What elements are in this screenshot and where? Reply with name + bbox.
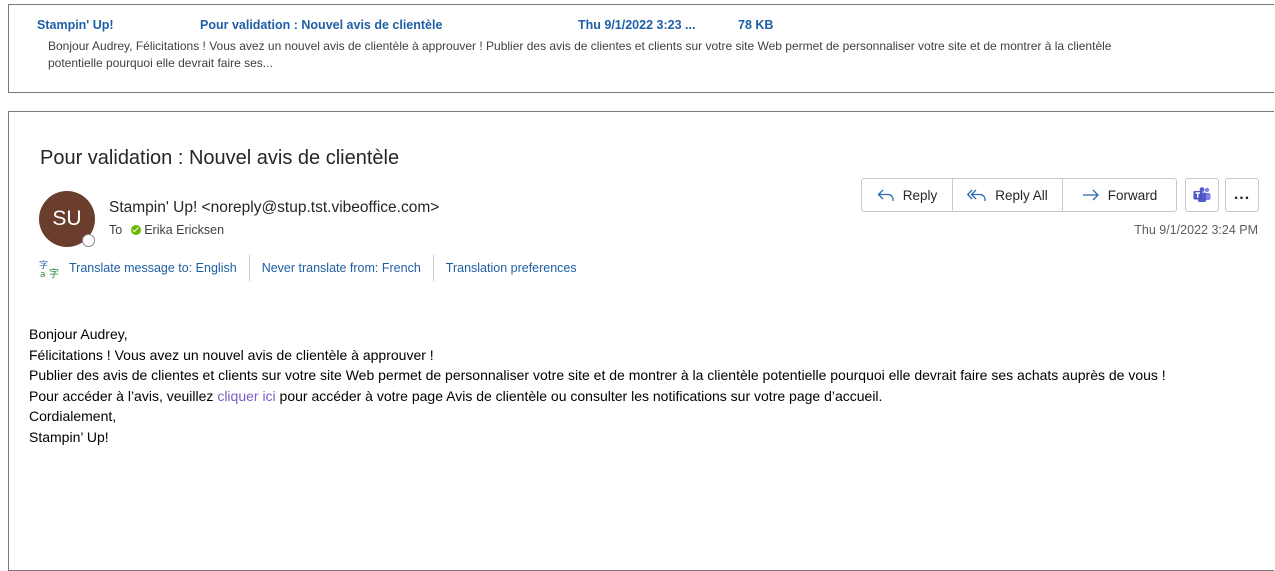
divider: [248, 255, 250, 281]
reply-button[interactable]: Reply: [862, 179, 953, 211]
recipient-line: To Erika Ericksen: [109, 223, 224, 237]
reply-all-icon: [967, 189, 986, 201]
body-greeting: Bonjour Audrey,: [29, 326, 128, 342]
body-line: Publier des avis de clientes et clients …: [29, 367, 1166, 383]
svg-text:a: a: [40, 270, 46, 278]
reply-all-label: Reply All: [995, 187, 1048, 203]
preview-subject: Pour validation : Nouvel avis de clientè…: [200, 18, 443, 32]
available-status-icon: [131, 225, 142, 235]
recipient-name[interactable]: Erika Ericksen: [144, 223, 224, 237]
body-signature: Stampin’ Up!: [29, 428, 109, 445]
reply-icon: [877, 189, 894, 201]
body-text-segment: pour accéder à votre page Avis de client…: [275, 387, 883, 404]
divider: [432, 255, 434, 281]
message-body: Bonjour Audrey, Félicitations ! Vous ave…: [29, 324, 1259, 447]
more-actions-button[interactable]: ...: [1225, 178, 1259, 212]
body-line: Pour accéder à l’avis, veuillez cliquer …: [29, 386, 1259, 407]
body-text-segment: Pour accéder à l’avis, veuillez: [29, 387, 218, 404]
preview-sender: Stampin' Up!: [37, 18, 114, 32]
preview-snippet: Bonjour Audrey, Félicitations ! Vous ave…: [48, 39, 1112, 70]
forward-label: Forward: [1107, 187, 1158, 203]
teams-icon: [1193, 187, 1211, 202]
translation-preferences-link[interactable]: Translation preferences: [446, 261, 577, 275]
reply-label: Reply: [902, 187, 938, 203]
translation-bar: 字 a 字 Translate message to: English Neve…: [39, 255, 577, 281]
svg-text:字: 字: [49, 267, 59, 278]
body-closing: Cordialement,: [29, 408, 117, 424]
presence-indicator: [82, 234, 95, 247]
message-subject: Pour validation : Nouvel avis de clientè…: [40, 147, 400, 169]
forward-icon: [1082, 189, 1099, 201]
reading-pane: Pour validation : Nouvel avis de clientè…: [8, 111, 1274, 571]
forward-button[interactable]: Forward: [1063, 179, 1176, 211]
preview-date: Thu 9/1/2022 3:23 ...: [578, 18, 696, 32]
to-label: To: [109, 223, 123, 237]
translate-icon: 字 a 字: [39, 259, 59, 278]
message-actions: Reply Reply All Forward: [861, 178, 1177, 212]
sender-name[interactable]: Stampin' Up! <noreply@stup.tst.vibeoffic…: [109, 199, 439, 217]
body-line: Félicitations ! Vous avez un nouvel avis…: [29, 346, 434, 363]
message-list-item[interactable]: Stampin' Up! Pour validation : Nouvel av…: [8, 4, 1274, 93]
preview-size: 78 KB: [738, 18, 774, 32]
teams-button[interactable]: [1185, 178, 1219, 212]
message-timestamp: Thu 9/1/2022 3:24 PM: [1134, 223, 1258, 237]
never-translate-link[interactable]: Never translate from: French: [262, 261, 421, 275]
click-here-link[interactable]: cliquer ici: [217, 388, 275, 404]
translate-message-link[interactable]: Translate message to: English: [69, 261, 237, 275]
reply-all-button[interactable]: Reply All: [953, 179, 1063, 211]
